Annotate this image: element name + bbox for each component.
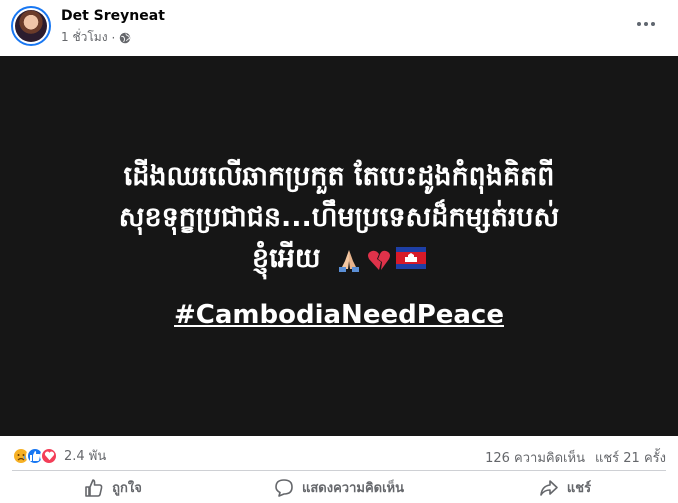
share-icon — [540, 479, 558, 496]
post-header: Det Sreyneat 1 ชั่วโมง · — [0, 0, 678, 56]
thumbs-up-icon — [85, 478, 103, 497]
post-time[interactable]: 1 ชั่วโมง — [61, 28, 108, 47]
love-reaction-icon — [40, 446, 58, 465]
hashtag-link[interactable]: #CambodiaNeedPeace — [0, 300, 678, 330]
post-text-line: ដើងឈរលើឆាកប្រកួត តែបេះដូងកំពុងគិតពី — [123, 161, 555, 192]
comments-count[interactable]: 126 ความคิดเห็น — [485, 447, 585, 468]
post-text-line: ខ្ញុំអើយ — [30, 238, 648, 279]
post-text-background: ដើងឈរលើឆាកប្រកួត តែបេះដូងកំពុងគិតពី សុខទ… — [0, 56, 678, 436]
post-actions: ถูกใจ แสดงความคิดเห็น แชร์ — [0, 472, 678, 503]
post-text-line-3: ខ្ញុំអើយ — [252, 243, 321, 274]
divider — [12, 470, 666, 471]
stats-right: 126 ความคิดเห็น แชร์ 21 ครั้ง — [485, 447, 666, 468]
comment-label: แสดงความคิดเห็น — [301, 481, 404, 496]
like-button[interactable]: ถูกใจ — [0, 472, 226, 503]
avatar[interactable] — [11, 6, 51, 46]
comment-icon — [275, 478, 293, 497]
folded-hands-icon — [338, 249, 359, 272]
more-options-icon[interactable] — [636, 14, 656, 34]
post-stats: 2.4 พัน 126 ความคิดเห็น แชร์ 21 ครั้ง — [0, 442, 678, 468]
share-label: แชร์ — [566, 481, 592, 496]
reactions-summary[interactable]: 2.4 พัน — [12, 445, 106, 466]
post-text-line: សុខទុក្ខប្រជាជន...ហឹមប្រទេសដ៏កម្សត់របស់ — [118, 202, 560, 233]
meta-separator: · — [111, 30, 116, 45]
emoji-row — [336, 246, 426, 273]
share-button[interactable]: แชร์ — [452, 472, 678, 503]
cambodia-flag-icon — [395, 246, 426, 269]
comment-button[interactable]: แสดงความคิดเห็น — [226, 472, 452, 503]
globe-icon[interactable] — [119, 32, 131, 44]
broken-heart-icon — [367, 250, 390, 270]
author-name[interactable]: Det Sreyneat — [61, 8, 165, 24]
reaction-count: 2.4 พัน — [64, 449, 107, 464]
post-meta: 1 ชั่วโมง · — [61, 28, 131, 47]
shares-count[interactable]: แชร์ 21 ครั้ง — [595, 447, 666, 468]
post-text: ដើងឈរលើឆាកប្រកួត តែបេះដូងកំពុងគិតពី សុខទ… — [30, 156, 648, 279]
like-label: ถูกใจ — [112, 481, 142, 496]
